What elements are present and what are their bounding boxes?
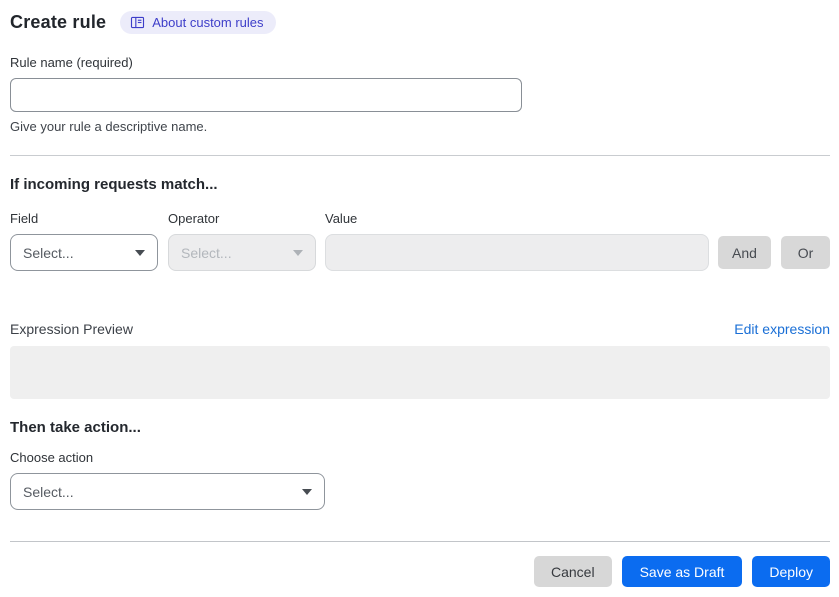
cancel-button[interactable]: Cancel	[533, 556, 612, 587]
field-label: Field	[10, 211, 39, 226]
and-button[interactable]: And	[718, 236, 771, 269]
page-title: Create rule	[10, 12, 107, 32]
rule-name-input[interactable]	[10, 78, 522, 112]
rule-name-helper: Give your rule a descriptive name.	[10, 119, 208, 134]
deploy-button[interactable]: Deploy	[752, 556, 830, 587]
save-as-draft-button[interactable]: Save as Draft	[621, 556, 743, 587]
section-divider	[10, 155, 830, 156]
value-label: Value	[325, 211, 358, 226]
match-section-heading: If incoming requests match...	[10, 176, 218, 193]
about-custom-rules-link[interactable]: About custom rules	[120, 11, 276, 34]
footer-actions: Cancel Save as Draft Deploy	[10, 556, 830, 587]
value-column: Value	[325, 211, 709, 271]
footer-divider	[10, 541, 830, 542]
rule-name-label: Rule name (required)	[10, 55, 133, 70]
field-column: Field Select...	[10, 211, 158, 271]
value-input	[325, 234, 709, 271]
page-header: Create rule About custom rules	[10, 11, 830, 34]
chevron-down-icon	[302, 488, 312, 495]
operator-select-value: Select...	[181, 244, 232, 261]
operator-select: Select...	[168, 234, 316, 271]
choose-action-label: Choose action	[10, 450, 94, 465]
choose-action-select-value: Select...	[23, 483, 74, 500]
edit-expression-link[interactable]: Edit expression	[734, 321, 830, 337]
or-button[interactable]: Or	[781, 236, 830, 269]
action-section-heading: Then take action...	[10, 419, 141, 436]
create-rule-page: Create rule About custom rules Rule name…	[0, 0, 839, 587]
field-select-value: Select...	[23, 244, 74, 261]
about-custom-rules-label: About custom rules	[152, 15, 264, 30]
chevron-down-icon	[135, 249, 145, 256]
expression-preview-label: Expression Preview	[10, 321, 133, 337]
operator-column: Operator Select...	[168, 211, 316, 271]
operator-label: Operator	[168, 211, 220, 226]
book-icon	[130, 15, 145, 30]
field-select[interactable]: Select...	[10, 234, 158, 271]
chevron-down-icon	[293, 249, 303, 256]
choose-action-select[interactable]: Select...	[10, 473, 325, 510]
expression-preview-box	[10, 346, 830, 399]
match-condition-row: Field Select... Operator Select... Value…	[10, 211, 830, 271]
expression-preview-header: Expression Preview Edit expression	[10, 321, 830, 337]
